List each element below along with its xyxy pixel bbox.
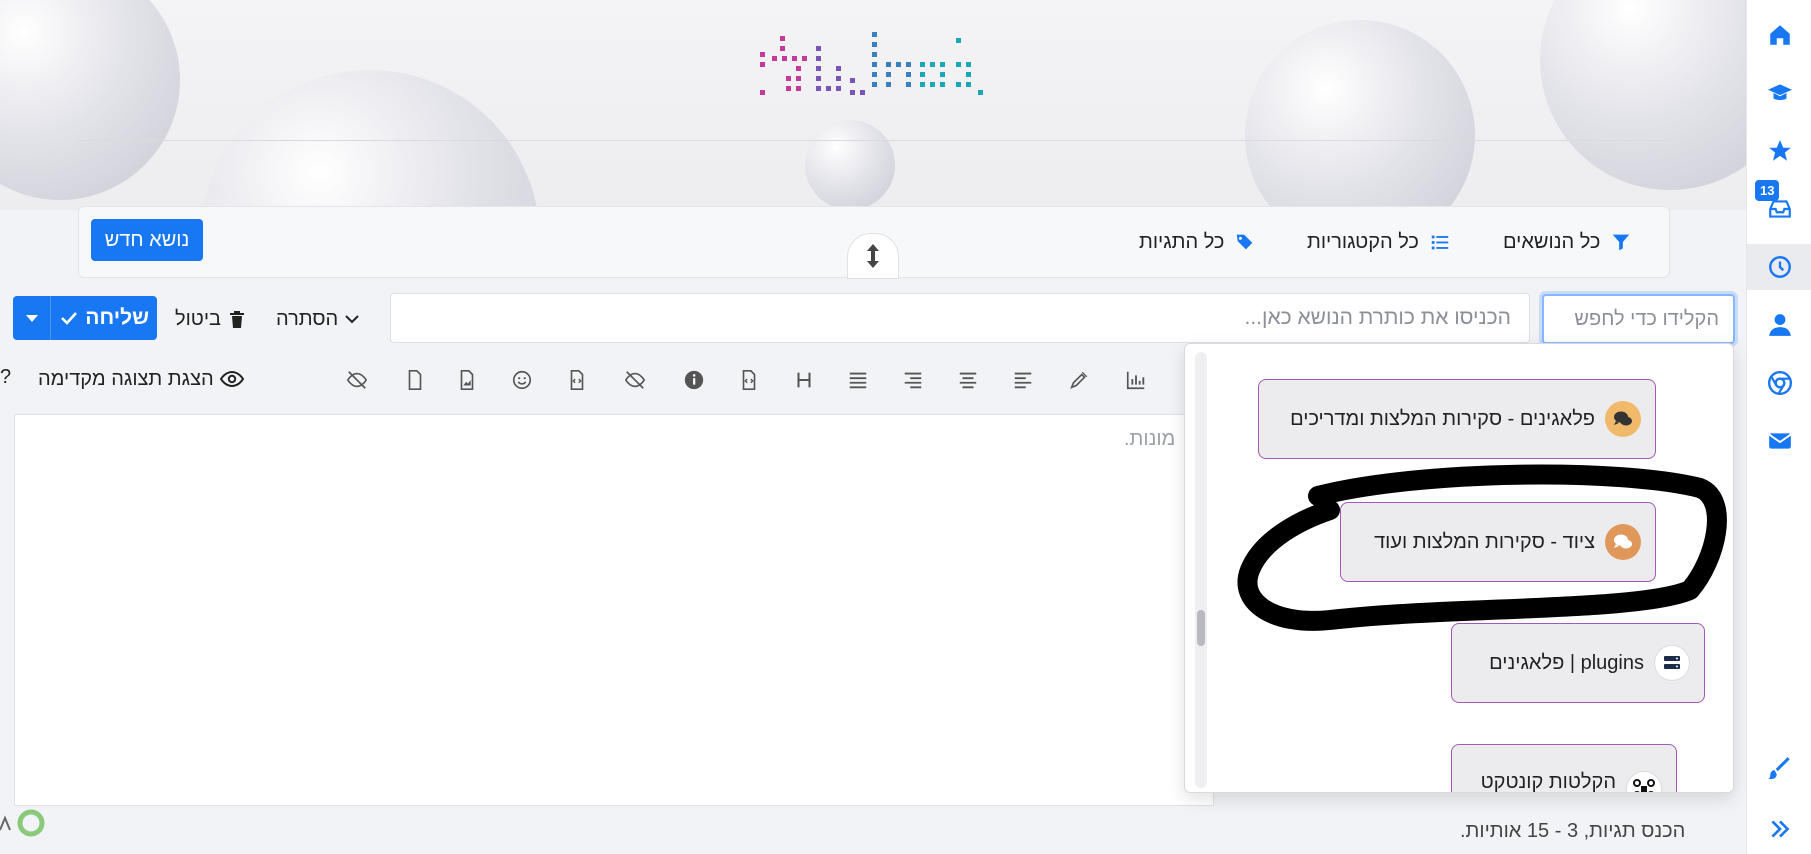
category-option-contact-recordings[interactable]: הקלטות קונטקט	[1451, 744, 1677, 793]
server-icon	[1654, 645, 1690, 681]
submit-options-toggle[interactable]	[13, 296, 51, 340]
cancel-label: ביטול	[175, 307, 222, 330]
post-editor[interactable]	[14, 414, 1214, 806]
all-tags-link[interactable]: כל התגיות	[1139, 227, 1256, 257]
submit-button[interactable]: שליחה	[13, 296, 157, 340]
all-topics-label: כל הנושאים	[1503, 230, 1601, 253]
toolbar-spoiler-icon[interactable]	[620, 365, 650, 395]
clock-icon[interactable]	[1747, 244, 1811, 290]
list-icon	[1431, 235, 1449, 250]
check-icon	[61, 312, 78, 325]
category-option-label: ציוד - סקירות המלצות ועוד	[1374, 530, 1595, 553]
toolbar-file-icon[interactable]	[400, 365, 430, 395]
header-banner	[0, 0, 1746, 210]
notification-badge: 13	[1755, 180, 1780, 201]
corner-logo-icon	[0, 809, 45, 837]
comments-icon	[1605, 524, 1641, 560]
chrome-icon[interactable]	[1747, 360, 1811, 406]
caret-down-icon	[25, 315, 38, 322]
all-categories-label: כל הקטגוריות	[1307, 230, 1419, 253]
toolbar-info-icon[interactable]	[679, 365, 709, 395]
category-search-input[interactable]: הקלידו כדי לחפש	[1542, 294, 1735, 344]
chevrons-right-icon[interactable]	[1747, 806, 1811, 852]
all-topics-link[interactable]: כל הנושאים	[1503, 227, 1632, 257]
toolbar-chart-icon[interactable]	[1121, 365, 1151, 395]
toolbar-align-center-icon[interactable]	[953, 365, 983, 395]
submit-label: שליחה	[85, 306, 149, 329]
tags-icon	[1237, 234, 1253, 250]
title-placeholder: הכניסו את כותרת הנושא כאן...	[1244, 306, 1511, 329]
eye-icon	[219, 370, 244, 388]
category-option-label: פלאגינים - סקירות המלצות ומדריכים	[1290, 407, 1595, 430]
toolbar-emoji-icon[interactable]	[507, 365, 537, 395]
category-option-equipment-reviews[interactable]: ציוד - סקירות המלצות ועוד	[1340, 502, 1656, 582]
site-logo[interactable]	[760, 32, 990, 110]
new-topic-button[interactable]: נושא חדש	[91, 219, 203, 261]
hide-composer-button[interactable]: הסתרה	[276, 304, 360, 334]
toolbar-heading-icon[interactable]	[789, 365, 819, 395]
home-icon[interactable]	[1747, 12, 1811, 58]
help-button[interactable]: ?	[0, 366, 11, 389]
toolbar-code-icon[interactable]	[734, 365, 764, 395]
dropdown-scrollbar-thumb[interactable]	[1197, 610, 1205, 646]
toolbar-justify-icon[interactable]	[843, 365, 873, 395]
dropdown-scrollbar[interactable]	[1195, 352, 1207, 788]
all-tags-label: כל התגיות	[1139, 230, 1225, 253]
toolbar-align-left-icon[interactable]	[1008, 365, 1038, 395]
toolbar-align-right-icon[interactable]	[898, 365, 928, 395]
toolbar-color-picker-icon[interactable]	[1064, 365, 1094, 395]
editor-hint-text: מונות.	[1124, 428, 1176, 450]
toolbar-image-file-icon[interactable]	[452, 365, 482, 395]
topic-title-input[interactable]: הכניסו את כותרת הנושא כאן...	[390, 293, 1530, 343]
category-dropdown: פלאגינים - סקירות המלצות ומדריכים ציוד -…	[1184, 343, 1734, 793]
trash-icon	[230, 311, 245, 328]
category-option-label: הקלטות קונטקט	[1480, 771, 1616, 793]
drone-icon	[1626, 771, 1662, 792]
category-option-label: plugins | פלאגינים	[1489, 651, 1644, 674]
category-option-plugins[interactable]: plugins | פלאגינים	[1451, 623, 1705, 703]
composer-resize-handle[interactable]	[847, 233, 899, 279]
comments-icon	[1605, 401, 1641, 437]
chevron-down-icon	[345, 315, 359, 324]
graduation-cap-icon[interactable]	[1747, 70, 1811, 116]
arrows-vertical-icon	[867, 244, 879, 268]
envelope-icon[interactable]	[1747, 418, 1811, 464]
filter-icon	[1613, 234, 1630, 251]
all-categories-link[interactable]: כל הקטגוריות	[1307, 227, 1451, 257]
preview-toggle-label: הצגת תצוגה מקדימה	[38, 367, 214, 390]
hide-label: הסתרה	[276, 307, 339, 330]
toolbar-hide-icon[interactable]	[342, 365, 372, 395]
brush-icon[interactable]	[1747, 746, 1811, 792]
cancel-button[interactable]: ביטול	[175, 304, 247, 334]
search-placeholder: הקלידו כדי לחפש	[1574, 307, 1719, 330]
preview-toggle-button[interactable]: הצגת תצוגה מקדימה	[38, 364, 244, 394]
user-icon[interactable]	[1747, 302, 1811, 348]
right-sidebar: 13	[1746, 0, 1811, 854]
tags-hint-text: הכנס תגיות, 3 - 15 אותיות.	[1460, 820, 1686, 842]
category-option-plugins-reviews[interactable]: פלאגינים - סקירות המלצות ומדריכים	[1258, 379, 1656, 459]
star-icon[interactable]	[1747, 128, 1811, 174]
toolbar-code-file-icon[interactable]	[562, 365, 592, 395]
